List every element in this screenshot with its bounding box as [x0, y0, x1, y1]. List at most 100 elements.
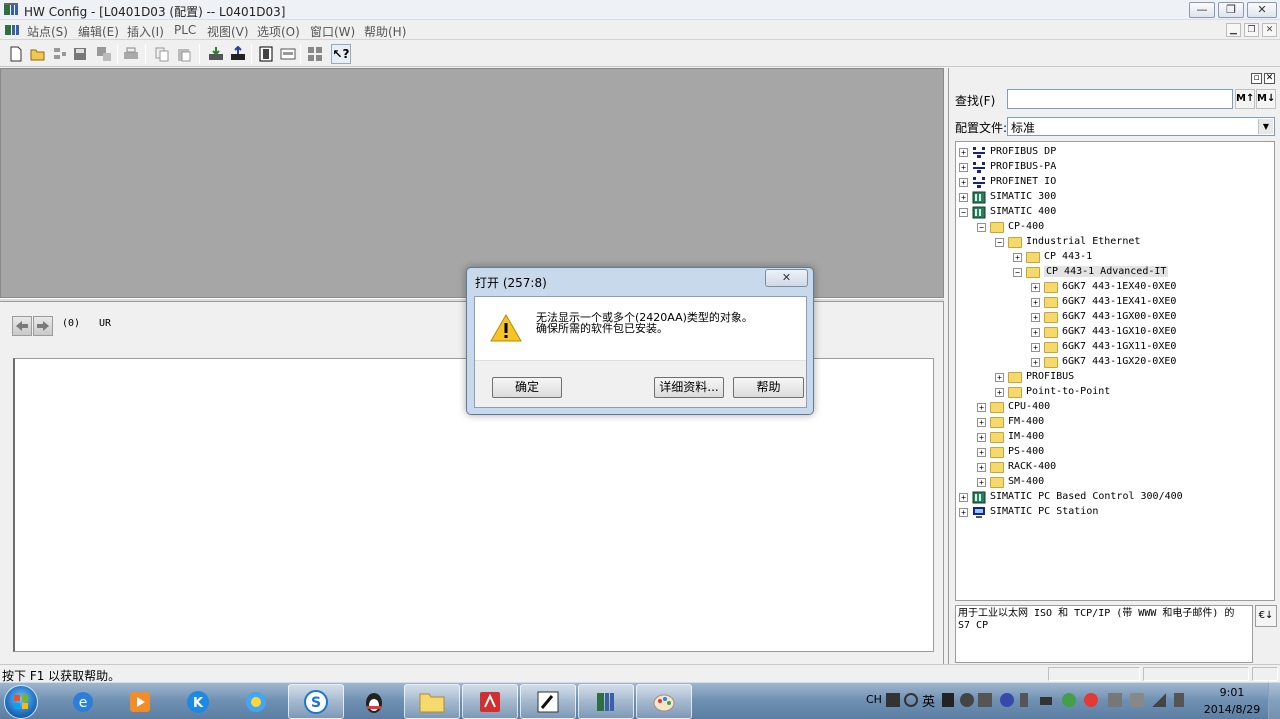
details-button[interactable]: 详细资料... — [654, 377, 724, 398]
expand-icon[interactable]: + — [977, 418, 986, 427]
expand-icon[interactable]: + — [1031, 343, 1040, 352]
operating-mode-icon[interactable] — [278, 44, 298, 64]
expand-icon[interactable]: + — [959, 163, 968, 172]
upload-icon[interactable] — [228, 44, 248, 64]
save-compile-icon[interactable] — [94, 44, 114, 64]
taskbar-kugou-button[interactable]: K — [170, 684, 226, 719]
menu-station[interactable]: 站点(S) — [27, 23, 68, 40]
taskbar-pdf-button[interactable] — [462, 684, 518, 719]
tray-expand-icon[interactable] — [1040, 697, 1052, 705]
profile-select[interactable]: 标准 ▼ — [1007, 117, 1275, 136]
tree-node[interactable]: +6GK7 443-1GX11-0XE0 — [1031, 340, 1274, 355]
ime-icon[interactable] — [886, 693, 900, 707]
tree-node[interactable]: +6GK7 443-1EX40-0XE0 — [1031, 280, 1274, 295]
tree-node[interactable]: + PROFIBUS — [995, 370, 1274, 385]
start-button[interactable] — [4, 685, 38, 719]
save-icon[interactable] — [70, 44, 90, 64]
tree-node[interactable]: + SIMATIC PC Based Control 300/400 — [959, 490, 1259, 505]
tree-node[interactable]: + PROFIBUS-PA — [959, 160, 1259, 175]
expand-icon[interactable]: + — [1031, 328, 1040, 337]
tree-node[interactable]: + PROFINET IO — [959, 175, 1259, 190]
find-down-icon[interactable]: M↑ — [1235, 89, 1255, 109]
taskbar-hw-config-button[interactable] — [578, 684, 634, 719]
paste-icon[interactable] — [174, 44, 194, 64]
taskbar-browser-button[interactable] — [228, 684, 284, 719]
collapse-icon[interactable]: − — [1013, 268, 1022, 277]
expand-icon[interactable]: + — [959, 193, 968, 202]
expand-icon[interactable]: + — [1031, 358, 1040, 367]
open-folder-icon[interactable] — [28, 44, 48, 64]
security-icon[interactable] — [1062, 693, 1076, 707]
volume-icon[interactable] — [1130, 693, 1144, 707]
catalog-float-button[interactable]: ▫ — [1251, 73, 1262, 84]
ime-mode-indicator[interactable]: 英 — [922, 691, 935, 710]
antivirus-icon[interactable] — [1108, 693, 1122, 707]
tree-node[interactable]: − Industrial Ethernet — [995, 235, 1274, 250]
dialog-close-button[interactable]: ✕ — [765, 269, 808, 287]
previous-rack-button[interactable] — [12, 316, 32, 336]
catalog-icon[interactable] — [305, 44, 325, 64]
expand-icon[interactable]: + — [959, 508, 968, 517]
catalog-search-input[interactable] — [1007, 89, 1233, 109]
expand-icon[interactable]: + — [959, 493, 968, 502]
tree-node[interactable]: + SM-400 — [977, 475, 1274, 490]
help-button[interactable]: 帮助 — [733, 377, 804, 398]
menu-view[interactable]: 视图(V) — [207, 23, 249, 40]
tree-node[interactable]: − SIMATIC 400 — [959, 205, 1259, 220]
keyboard-icon[interactable] — [978, 693, 992, 707]
next-rack-button[interactable] — [33, 316, 53, 336]
tree-node[interactable]: +6GK7 443-1EX41-0XE0 — [1031, 295, 1274, 310]
qq-tray-icon[interactable] — [1084, 693, 1098, 707]
taskbar-media-player-button[interactable] — [112, 684, 168, 719]
find-up-icon[interactable]: M↓ — [1256, 89, 1276, 109]
tree-node[interactable]: + CPU-400 — [977, 400, 1274, 415]
close-button[interactable]: ✕ — [1247, 2, 1277, 18]
punctuation-icon[interactable] — [942, 693, 954, 707]
collapse-icon[interactable]: − — [977, 223, 986, 232]
tree-node[interactable]: − CP-400 — [977, 220, 1274, 235]
accessible-nodes-icon[interactable] — [50, 44, 70, 64]
expand-icon[interactable]: + — [995, 373, 1004, 382]
mdi-minimize-button[interactable]: ▁ — [1226, 23, 1241, 37]
settings-icon[interactable] — [960, 693, 974, 707]
network-sort-icon[interactable] — [1020, 693, 1028, 707]
download-icon[interactable] — [206, 44, 226, 64]
station-window[interactable] — [0, 68, 944, 298]
catalog-info-button[interactable]: €↓ — [1255, 605, 1277, 627]
prohibited-icon[interactable] — [904, 693, 918, 707]
taskbar-paint-button[interactable] — [636, 684, 692, 719]
expand-icon[interactable]: + — [959, 148, 968, 157]
taskbar-ie-button[interactable]: e — [55, 684, 111, 719]
menu-options[interactable]: 选项(O) — [257, 23, 300, 40]
menu-help[interactable]: 帮助(H) — [364, 23, 406, 40]
wifi-signal-icon[interactable] — [1152, 693, 1166, 707]
ok-button[interactable]: 确定 — [492, 377, 562, 398]
context-help-icon[interactable]: ↖? — [331, 44, 351, 64]
tree-node[interactable]: + PROFIBUS DP — [959, 145, 1259, 160]
expand-icon[interactable]: + — [1031, 298, 1040, 307]
expand-icon[interactable]: + — [977, 478, 986, 487]
chevron-down-icon[interactable]: ▼ — [1258, 119, 1273, 134]
menu-plc[interactable]: PLC — [174, 23, 196, 37]
module-info-icon[interactable] — [256, 44, 276, 64]
tree-node[interactable]: + IM-400 — [977, 430, 1274, 445]
menu-insert[interactable]: 插入(I) — [127, 23, 164, 40]
tree-node[interactable]: + FM-400 — [977, 415, 1274, 430]
expand-icon[interactable]: + — [1013, 253, 1022, 262]
new-file-icon[interactable] — [6, 44, 26, 64]
tree-node[interactable]: − CP 443-1 Advanced-IT — [1013, 265, 1274, 280]
menu-window[interactable]: 窗口(W) — [310, 23, 355, 40]
tree-node[interactable]: + SIMATIC 300 — [959, 190, 1259, 205]
mdi-window-icon[interactable] — [4, 22, 20, 38]
taskbar-explorer-button[interactable] — [404, 684, 460, 719]
language-indicator[interactable]: CH — [866, 693, 882, 706]
taskbar-simatic-manager-button[interactable] — [520, 684, 576, 719]
collapse-icon[interactable]: − — [995, 238, 1004, 247]
clock-date[interactable]: 2014/8/29 — [1200, 703, 1264, 716]
expand-icon[interactable]: + — [977, 448, 986, 457]
mdi-restore-button[interactable]: ❐ — [1244, 23, 1259, 37]
tree-node[interactable]: +6GK7 443-1GX20-0XE0 — [1031, 355, 1274, 370]
expand-icon[interactable]: + — [1031, 283, 1040, 292]
minimize-button[interactable]: — — [1189, 2, 1215, 18]
collapse-icon[interactable]: − — [959, 208, 968, 217]
